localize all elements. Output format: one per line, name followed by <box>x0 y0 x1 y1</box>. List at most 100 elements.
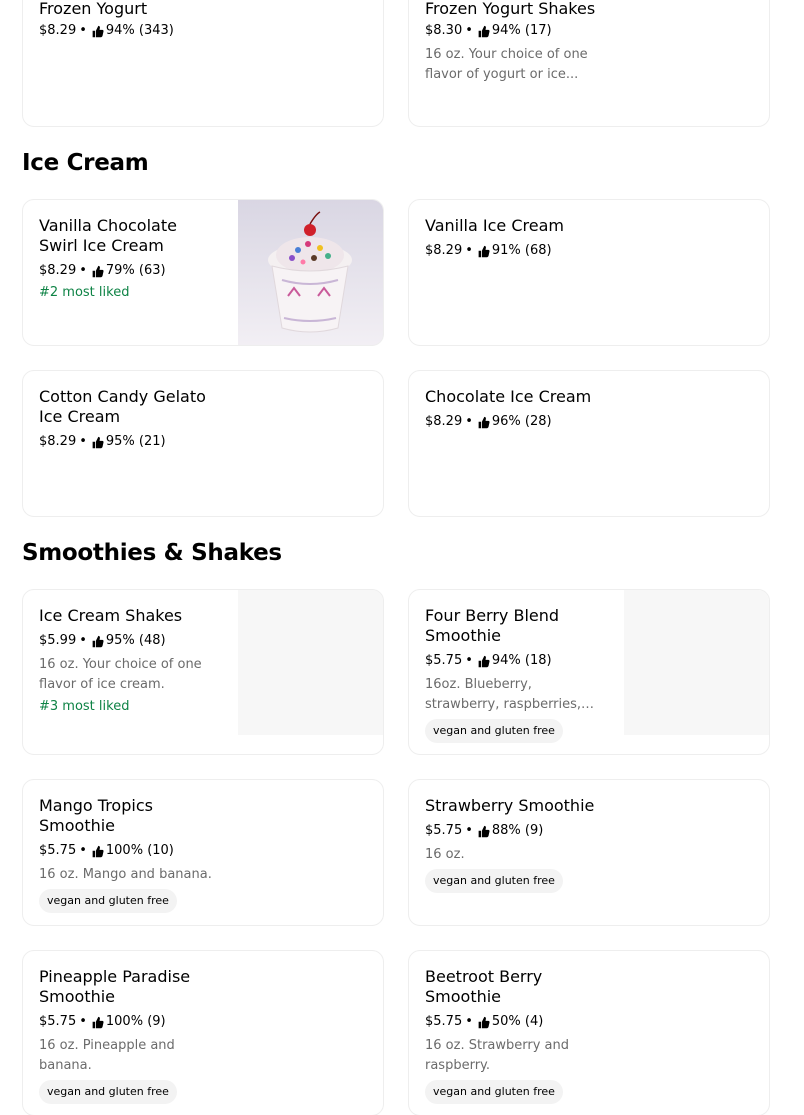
item-name: Strawberry Smoothie <box>425 796 595 815</box>
menu-item-card[interactable]: Strawberry Smoothie $5.75 • 88% (9) 16 o… <box>408 779 770 926</box>
item-meta: $8.29 • 95% (21) <box>39 432 219 452</box>
dietary-tag: vegan and gluten free <box>39 1080 177 1104</box>
item-meta: $5.75 • 50% (4) <box>425 1012 585 1032</box>
menu-item-card[interactable]: Frozen Yogurt Shakes $8.30 • 94% (17) 16… <box>408 0 770 127</box>
menu-item-card[interactable]: Cotton Candy Gelato Ice Cream $8.29 • 95… <box>22 370 384 517</box>
item-meta: $8.30 • 94% (17) <box>425 21 625 41</box>
item-rating: 50% (4) <box>491 1014 544 1029</box>
dietary-tag: vegan and gluten free <box>425 869 563 893</box>
item-rating: 95% (21) <box>105 434 166 449</box>
item-price: $5.99 <box>39 633 77 648</box>
thumbs-up-icon <box>478 25 490 37</box>
menu-item-card[interactable]: Ice Cream Shakes $5.99 • 95% (48) 16 oz.… <box>22 589 384 755</box>
item-meta: $8.29 • 94% (343) <box>39 21 229 41</box>
item-rating: 94% (17) <box>491 23 552 38</box>
item-rating: 100% (9) <box>105 1014 166 1029</box>
ice-cream-cup-image <box>238 200 383 345</box>
dietary-tag: vegan and gluten free <box>39 889 177 913</box>
meta-separator: • <box>79 23 87 38</box>
item-name: Beetroot Berry Smoothie <box>425 967 543 1006</box>
thumbs-up-icon <box>92 436 104 448</box>
most-liked-badge: #3 most liked <box>39 699 130 714</box>
thumbs-up-icon <box>478 245 490 257</box>
section-title-ice-cream: Ice Cream <box>22 150 149 176</box>
item-name: Vanilla Chocolate Swirl Ice Cream <box>39 216 177 255</box>
item-description: 16 oz. Your choice of one flavor of ice … <box>39 657 202 692</box>
meta-separator: • <box>79 843 87 858</box>
item-price: $5.75 <box>425 1014 463 1029</box>
item-description: 16 oz. Pineapple and banana. <box>39 1038 175 1073</box>
item-meta: $5.99 • 95% (48) <box>39 631 219 651</box>
menu-item-card[interactable]: Vanilla Ice Cream $8.29 • 91% (68) <box>408 199 770 346</box>
thumbs-up-icon <box>478 1016 490 1028</box>
item-photo <box>238 200 383 345</box>
item-description: 16 oz. Strawberry and raspberry. <box>425 1038 570 1073</box>
menu-item-card[interactable]: Beetroot Berry Smoothie $5.75 • 50% (4) … <box>408 950 770 1115</box>
item-name: Frozen Yogurt Shakes <box>425 0 596 18</box>
item-price: $5.75 <box>425 823 463 838</box>
item-description: 16 oz. Your choice of one flavor of yogu… <box>425 47 588 82</box>
item-rating: 95% (48) <box>105 633 166 648</box>
meta-separator: • <box>465 1014 473 1029</box>
thumbs-up-icon <box>92 635 104 647</box>
item-meta: $5.75 • 88% (9) <box>425 821 625 841</box>
item-name: Frozen Yogurt <box>39 0 148 18</box>
item-rating: 79% (63) <box>105 263 166 278</box>
item-rating: 91% (68) <box>491 243 552 258</box>
thumbs-up-icon <box>478 825 490 837</box>
thumbs-up-icon <box>478 655 490 667</box>
menu-item-card[interactable]: Pineapple Paradise Smoothie $5.75 • 100%… <box>22 950 384 1115</box>
item-meta: $8.29 • 79% (63) <box>39 261 219 281</box>
dietary-tag: vegan and gluten free <box>425 719 563 743</box>
meta-separator: • <box>465 653 473 668</box>
item-meta: $5.75 • 100% (10) <box>39 841 219 861</box>
section-title-smoothies-shakes: Smoothies & Shakes <box>22 540 282 566</box>
meta-separator: • <box>465 823 473 838</box>
item-price: $8.29 <box>39 263 77 278</box>
meta-separator: • <box>465 414 473 429</box>
meta-separator: • <box>79 1014 87 1029</box>
item-rating: 94% (18) <box>491 653 552 668</box>
menu-item-card[interactable]: Frozen Yogurt $8.29 • 94% (343) <box>22 0 384 127</box>
item-name: Cotton Candy Gelato Ice Cream <box>39 387 206 426</box>
item-meta: $5.75 • 94% (18) <box>425 651 610 671</box>
menu-item-card[interactable]: Chocolate Ice Cream $8.29 • 96% (28) <box>408 370 770 517</box>
meta-separator: • <box>79 633 87 648</box>
thumbs-up-icon <box>478 416 490 428</box>
item-name: Mango Tropics Smoothie <box>39 796 153 835</box>
item-price: $5.75 <box>39 1014 77 1029</box>
item-price: $8.29 <box>39 23 77 38</box>
meta-separator: • <box>465 243 473 258</box>
item-price: $8.29 <box>39 434 77 449</box>
thumbs-up-icon <box>92 25 104 37</box>
item-name: Vanilla Ice Cream <box>425 216 564 235</box>
item-name: Chocolate Ice Cream <box>425 387 592 406</box>
item-photo-placeholder <box>238 590 383 735</box>
item-rating: 88% (9) <box>491 823 544 838</box>
thumbs-up-icon <box>92 845 104 857</box>
item-rating: 96% (28) <box>491 414 552 429</box>
item-meta: $8.29 • 96% (28) <box>425 412 625 432</box>
item-price: $5.75 <box>39 843 77 858</box>
item-rating: 94% (343) <box>105 23 174 38</box>
item-price: $8.29 <box>425 243 463 258</box>
item-rating: 100% (10) <box>105 843 174 858</box>
item-description: 16oz. Blueberry, strawberry, raspberries… <box>425 677 582 712</box>
menu-item-card[interactable]: Vanilla Chocolate Swirl Ice Cream $8.29 … <box>22 199 384 346</box>
item-name: Ice Cream Shakes <box>39 606 183 625</box>
item-name: Pineapple Paradise Smoothie <box>39 967 191 1006</box>
dietary-tag: vegan and gluten free <box>425 1080 563 1104</box>
item-price: $5.75 <box>425 653 463 668</box>
menu-item-card[interactable]: Four Berry Blend Smoothie $5.75 • 94% (1… <box>408 589 770 755</box>
thumbs-up-icon <box>92 1016 104 1028</box>
meta-separator: • <box>465 23 473 38</box>
item-meta: $8.29 • 91% (68) <box>425 241 625 261</box>
item-description: 16 oz. <box>425 847 465 862</box>
menu-item-card[interactable]: Mango Tropics Smoothie $5.75 • 100% (10)… <box>22 779 384 926</box>
item-price: $8.30 <box>425 23 463 38</box>
item-name: Four Berry Blend Smoothie <box>425 606 560 645</box>
item-price: $8.29 <box>425 414 463 429</box>
most-liked-badge: #2 most liked <box>39 285 130 300</box>
meta-separator: • <box>79 263 87 278</box>
item-photo-placeholder <box>624 590 769 735</box>
